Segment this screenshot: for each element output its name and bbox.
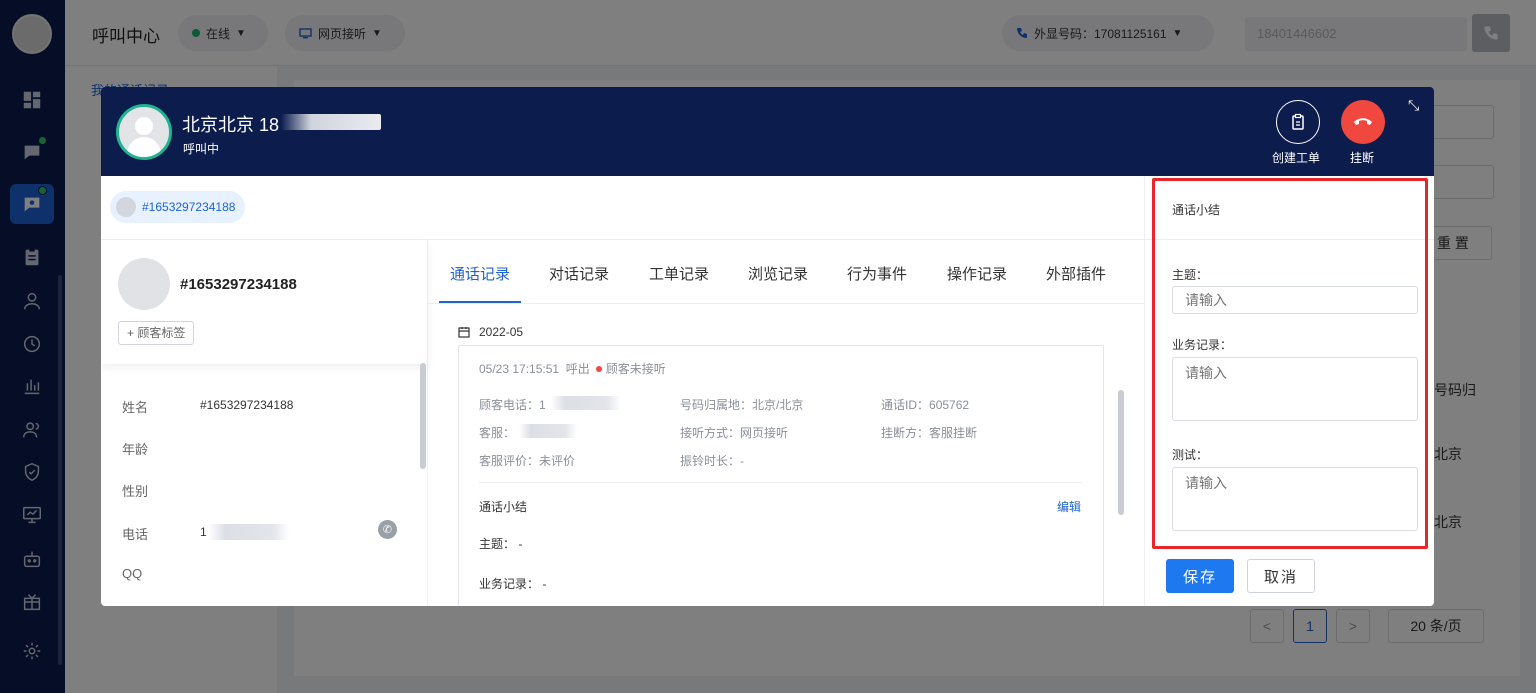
hangup-label: 挂断 [1350,151,1375,165]
call-header: 北京北京 18 呼叫中 创建工单 挂断 ⤡ [101,87,1434,176]
record-hangup-side: 挂断方：客服挂断 [881,426,978,440]
cancel-button[interactable]: 取消 [1247,559,1315,593]
collapse-icon[interactable]: ⤡ [1408,97,1419,114]
tab-call-records[interactable]: 通话记录 [450,263,510,284]
masked-phone [551,396,621,410]
highlight-box [1152,178,1428,549]
tab-chat-records[interactable]: 对话记录 [549,263,609,284]
profile-scrollbar[interactable] [420,363,426,469]
visitor-tab-row: #1653297234188 [101,176,1144,240]
tab-external-plugins[interactable]: 外部插件 [1046,263,1106,284]
customer-avatar [118,258,170,310]
active-tab-indicator [439,301,521,303]
tab-operation-records[interactable]: 操作记录 [947,263,1007,284]
tab-behavior-events[interactable]: 行为事件 [847,263,907,284]
masked-phone [209,524,289,540]
visitor-chip-label: #1653297234188 [142,200,236,214]
field-label: 电话 [122,527,149,542]
hangup-icon [1354,118,1372,125]
divider [479,482,1083,483]
hangup-button[interactable] [1341,100,1385,144]
record-call-id: 通话ID：605762 [881,398,970,412]
customer-id: #1653297234188 [180,276,297,293]
records-tabs: 通话记录 对话记录 工单记录 浏览记录 行为事件 操作记录 外部插件 [428,240,1144,304]
masked-number [281,114,381,130]
clipboard-icon [1292,113,1304,130]
tab-ticket-records[interactable]: 工单记录 [649,263,709,284]
profile-header: #1653297234188 + 顾客标签 [101,240,428,364]
field-value: #1653297234188 [200,398,294,412]
record-rating: 客服评价：未评价 [479,454,576,468]
edit-link[interactable]: 编辑 [1057,498,1081,515]
record-business: 业务记录： - [479,577,547,591]
calendar-icon [458,327,470,338]
month-label: 2022-05 [479,325,524,339]
create-ticket-label: 创建工单 [1272,151,1321,165]
field-value: 1 [200,525,207,539]
missed-dot [595,366,602,372]
customer-profile: #1653297234188 + 顾客标签 姓名 #1653297234188 … [101,240,428,606]
tab-browse-records[interactable]: 浏览记录 [748,263,808,284]
record-ring-duration: 振铃时长：- [680,454,745,468]
masked-agent [519,424,577,438]
caller-name: 北京北京 18 [182,115,280,135]
field-label: QQ [122,566,143,581]
record-topic: 主题： - [479,537,523,551]
record-summary-title: 通话小结 [479,500,528,514]
create-ticket-button[interactable] [1276,100,1320,144]
whatsapp-icon[interactable]: ✆ [378,520,397,539]
record-region: 号码归属地：北京/北京 [680,398,804,412]
add-customer-tag-button[interactable]: + 顾客标签 [118,321,195,345]
field-label: 年龄 [122,442,149,457]
record-header: 05/23 17:15:51 呼出 顾客未接听 [479,362,666,376]
visitor-chip[interactable]: #1653297234188 [110,191,246,223]
record-answer-mode: 接听方式：网页接听 [680,426,789,440]
month-header: 2022-05 [458,325,523,339]
record-customer-phone: 顾客电话：1 [479,398,546,412]
caller-avatar [116,104,172,160]
field-label: 姓名 [122,400,149,415]
call-status: 呼叫中 [183,142,220,156]
avatar [116,197,136,217]
save-button[interactable]: 保存 [1166,559,1234,593]
records-panel: 通话记录 对话记录 工单记录 浏览记录 行为事件 操作记录 外部插件 2022-… [428,240,1144,606]
field-label: 性别 [122,484,149,499]
call-record-card: 05/23 17:15:51 呼出 顾客未接听 顾客电话：1 号码归属地：北京/北… [458,345,1104,606]
record-agent: 客服： [479,426,516,440]
records-scrollbar[interactable] [1118,390,1124,515]
